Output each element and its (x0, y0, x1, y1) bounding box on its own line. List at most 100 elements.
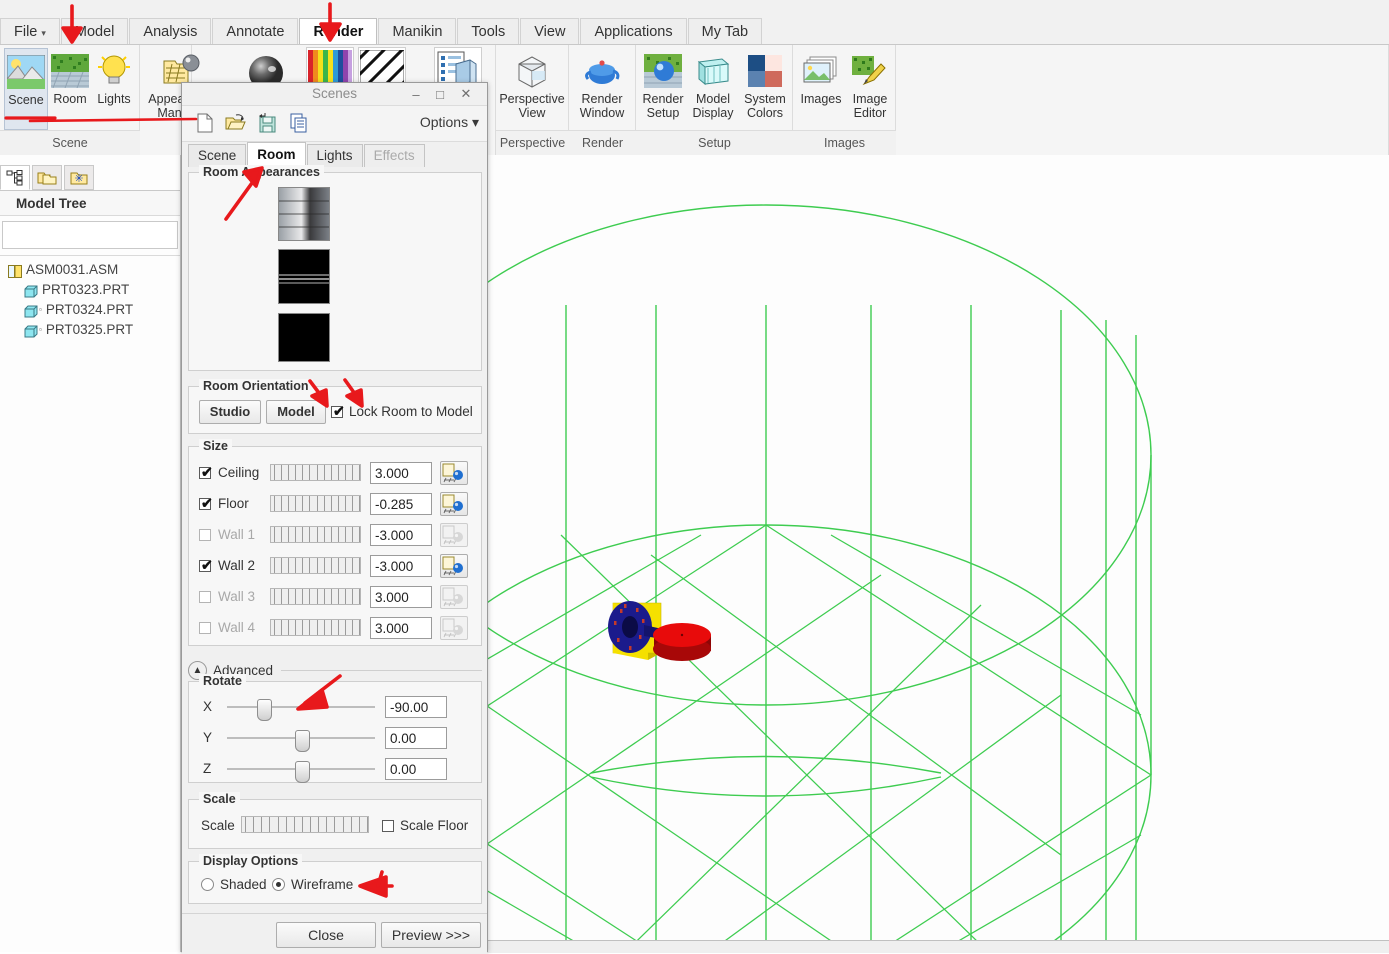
ribbon-button-render-setup[interactable]: Render Setup (640, 48, 686, 130)
size-slider-wall-2[interactable] (270, 557, 361, 574)
new-file-icon[interactable] (194, 112, 216, 134)
size-value-wall-1[interactable]: -3.000 (370, 523, 432, 546)
size-slider-wall-1[interactable] (270, 526, 361, 543)
preview-button[interactable]: Preview >>> (381, 922, 481, 948)
model-tree-item[interactable]: ▫ PRT0324.PRT (0, 300, 180, 320)
folder-browser-tab[interactable] (32, 165, 62, 190)
appearance-picker-button-wall-3[interactable] (440, 584, 468, 609)
ribbon-button-scene[interactable]: Scene (4, 48, 48, 130)
size-value-wall-4[interactable]: 3.000 (370, 616, 432, 639)
ribbon-tab-applications[interactable]: Applications (580, 18, 687, 45)
size-slider-ceiling[interactable] (270, 464, 361, 481)
scale-floor-checkbox-box (382, 819, 394, 832)
model-tree-item[interactable]: ASM0031.ASM (0, 260, 180, 280)
save-icon[interactable] (256, 112, 278, 134)
ribbon-group-label-images: Images (793, 130, 896, 155)
ribbon-tab-render[interactable]: Render (299, 18, 378, 45)
options-label: Options (419, 114, 469, 130)
ribbon-button-images[interactable]: Images (797, 48, 845, 130)
appearance-picker-button-ceiling[interactable] (440, 460, 468, 485)
slider-knob[interactable] (294, 729, 310, 752)
size-value-wall-3[interactable]: 3.000 (370, 585, 432, 608)
copy-icon[interactable] (288, 112, 310, 134)
chevron-down-icon: ▾ (41, 28, 46, 38)
ribbon-button-lights[interactable]: Lights (92, 48, 136, 130)
model-tree-tab[interactable] (0, 165, 30, 190)
ribbon-tab-annotate[interactable]: Annotate (212, 18, 299, 45)
ribbon-tab-analysis[interactable]: Analysis (129, 18, 212, 45)
left-navigator-panel: ✳ Model Tree ASM0031.ASM PRT0323.PRT ▫ PRT0… (0, 155, 181, 952)
minimize-button[interactable]: – (407, 85, 425, 103)
close-button[interactable]: Close (276, 922, 376, 948)
scale-slider[interactable] (241, 816, 369, 833)
appearance-picker-button-floor[interactable] (440, 491, 468, 516)
rotate-value-z[interactable]: 0.00 (385, 757, 447, 780)
ribbon-button-perspective-view[interactable]: Perspective View (499, 48, 565, 130)
size-value-floor[interactable]: -0.285 (370, 492, 432, 515)
lock-room-to-model-checkbox[interactable]: ✔ Lock Room to Model (331, 404, 473, 419)
appearance-picker-button-wall-2[interactable] (440, 553, 468, 578)
size-value-ceiling[interactable]: 3.000 (370, 461, 432, 484)
rotate-slider-z[interactable] (227, 760, 375, 783)
ribbon-button-room[interactable]: Room (48, 48, 92, 130)
size-slider-floor[interactable] (270, 495, 361, 512)
studio-button[interactable]: Studio (199, 400, 261, 424)
dialog-tab-room[interactable]: Room (247, 142, 306, 167)
ribbon-button-render-window[interactable]: Render Window (573, 48, 631, 130)
lightbulb-icon (95, 52, 133, 90)
dialog-tab-lights[interactable]: Lights (306, 144, 363, 167)
size-checkbox-floor[interactable]: ✔ (199, 496, 213, 510)
open-folder-icon[interactable] (224, 112, 246, 134)
size-checkbox-wall-3[interactable] (199, 590, 211, 603)
slider-knob[interactable] (256, 698, 272, 721)
maximize-button[interactable]: □ (431, 85, 449, 103)
size-slider-wall-4[interactable] (270, 619, 361, 636)
ribbon-tab-tools[interactable]: Tools (457, 18, 520, 45)
ribbon-tab-file[interactable]: File ▾ (0, 18, 60, 45)
ribbon-button-system-colors[interactable]: System Colors (740, 48, 790, 130)
room-texture-icon (51, 52, 89, 90)
rotate-axis-label: Y (203, 730, 213, 745)
size-checkbox-wall-4[interactable] (199, 621, 211, 634)
size-checkbox-wall-1[interactable] (199, 528, 211, 541)
appearance-picker-button-wall-1[interactable] (440, 522, 468, 547)
rotate-value-y[interactable]: 0.00 (385, 726, 447, 749)
model-tree-search-input[interactable] (2, 221, 178, 249)
dialog-toolbar: Options ▾ (182, 106, 487, 142)
room-appearance-thumb-2[interactable] (278, 313, 330, 362)
slider-knob[interactable] (294, 760, 310, 783)
model-button[interactable]: Model (266, 400, 326, 424)
options-menu-button[interactable]: Options ▾ (420, 114, 479, 131)
room-appearance-thumb-0[interactable] (278, 187, 330, 241)
ribbon-tab-my-tab[interactable]: My Tab (687, 18, 763, 45)
appearance-picker-button-wall-4[interactable] (440, 615, 468, 640)
dialog-title-bar[interactable]: Scenes – □ ✕ (182, 83, 487, 106)
close-icon[interactable]: ✕ (457, 85, 475, 103)
rotate-slider-y[interactable] (227, 729, 375, 752)
rotate-value-x[interactable]: -90.00 (385, 695, 447, 718)
ribbon-tab-view[interactable]: View (520, 18, 580, 45)
favorites-tab[interactable]: ✳ (64, 165, 94, 190)
size-checkbox-wall-2[interactable]: ✔ (199, 558, 213, 572)
shaded-radio[interactable]: Shaded (201, 877, 267, 892)
ribbon-button-model-display[interactable]: Model Display (688, 48, 738, 130)
model-tree-item[interactable]: PRT0323.PRT (0, 280, 180, 300)
dialog-tab-scene[interactable]: Scene (188, 144, 247, 167)
ribbon-button-image-editor[interactable]: Image Editor (846, 48, 894, 130)
ribbon-tab-model[interactable]: Model (60, 18, 129, 45)
model-tree-item[interactable]: ▫ PRT0325.PRT (0, 320, 180, 340)
wireframe-radio[interactable]: Wireframe (272, 877, 353, 892)
ribbon-tab-label: View (534, 24, 566, 40)
scale-floor-checkbox[interactable]: Scale Floor (382, 818, 468, 833)
size-checkbox-ceiling[interactable]: ✔ (199, 465, 213, 479)
rotate-slider-x[interactable] (227, 698, 375, 721)
ribbon-tab-label: Render (313, 24, 364, 40)
room-appearance-thumb-1[interactable] (278, 249, 330, 304)
ribbon-tab-manikin[interactable]: Manikin (378, 18, 457, 45)
ribbon-tab-label: Manikin (392, 24, 443, 40)
svg-text:✳: ✳ (74, 173, 83, 185)
size-rows: ✔ Ceiling 3.000 ✔ Floor -0.285 Wall 1 -3.000 ✔ Wa… (189, 457, 483, 643)
size-slider-wall-3[interactable] (270, 588, 361, 605)
size-value-wall-2[interactable]: -3.000 (370, 554, 432, 577)
ribbon-button-label: Images (800, 92, 842, 106)
